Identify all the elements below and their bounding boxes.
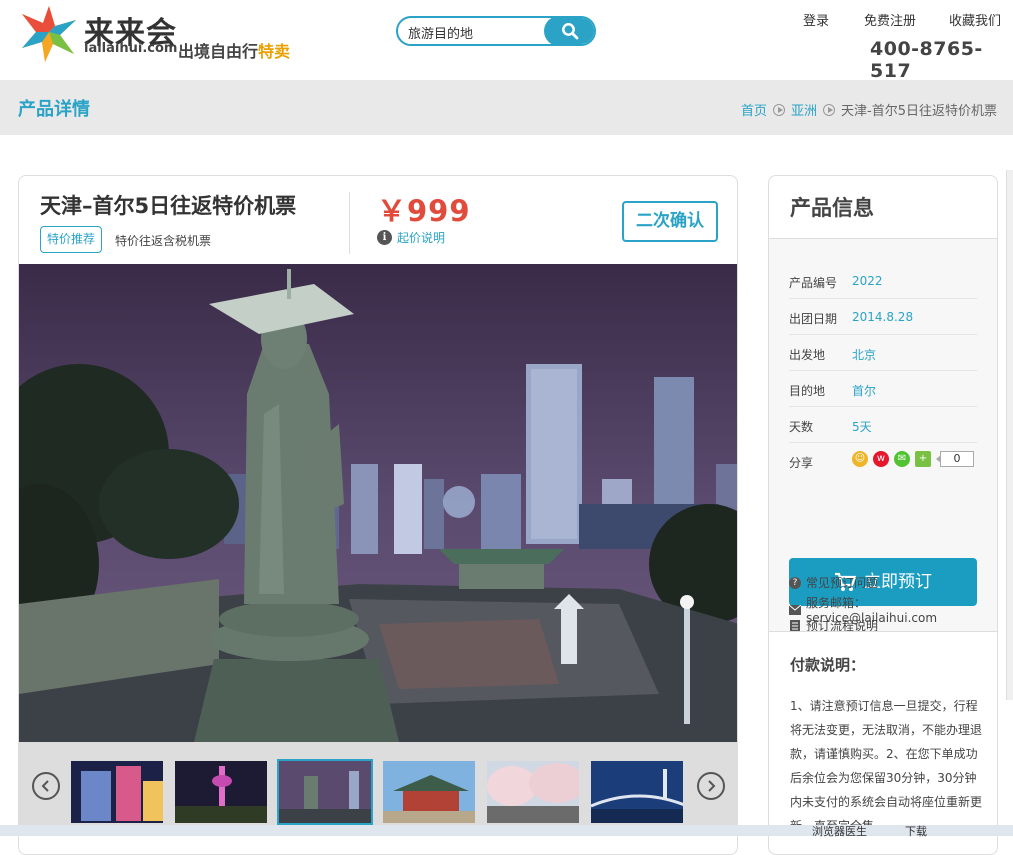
chevron-right-icon — [708, 780, 716, 792]
secondary-confirm-button[interactable]: 二次确认 — [622, 201, 718, 242]
share-count: 0 — [936, 451, 974, 467]
site-header: 来来会 lailaihui.com 出境自由行特卖 登录 免费注册 收藏我们 4… — [0, 0, 1013, 82]
mail-icon — [789, 604, 801, 615]
info-key: 出发地 — [789, 348, 826, 362]
payment-notes-title: 付款说明： — [790, 656, 866, 674]
info-key: 天数 — [789, 420, 814, 434]
faq-link[interactable]: ? 常见预订问题 — [789, 574, 878, 591]
info-value[interactable]: 首尔 — [852, 382, 876, 399]
payment-notes-text: 1、请注意预订信息一旦提交，行程将无法变更，无法取消，不能办理退款，请谨慎购买。… — [790, 699, 983, 833]
page-title-bar: 产品详情 首页 亚洲 天津-首尔5日往返特价机票 — [0, 80, 1013, 135]
faq-label: 常见预订问题 — [806, 576, 879, 590]
next-arrow-button[interactable] — [697, 772, 725, 800]
header-divider — [349, 192, 350, 254]
info-key: 产品编号 — [789, 276, 838, 290]
prev-arrow-button[interactable] — [32, 772, 60, 800]
breadcrumb-current: 天津-首尔5日往返特价机票 — [841, 104, 997, 119]
search-icon — [562, 23, 579, 40]
product-price: ￥999 — [377, 194, 471, 228]
wechat-share-icon[interactable]: ✉ — [894, 451, 910, 467]
bookmark-link[interactable]: 收藏我们 — [949, 10, 1001, 29]
info-value: 2014.8.28 — [852, 310, 914, 324]
browser-status-bar: 浏览器医生 下载 — [0, 823, 1013, 839]
login-link[interactable]: 登录 — [803, 10, 829, 29]
page-scrollbar[interactable] — [1006, 170, 1013, 700]
page-title: 产品详情 — [18, 99, 90, 120]
info-icon: i — [377, 230, 392, 245]
thumbnail[interactable] — [69, 759, 165, 825]
info-row-destination: 目的地 首尔 — [789, 371, 977, 407]
search-button[interactable] — [544, 18, 594, 44]
product-title: 天津–首尔5日往返特价机票 — [40, 194, 297, 218]
breadcrumb-separator-icon — [773, 103, 786, 116]
logo-star-icon[interactable] — [18, 4, 80, 64]
info-row-days: 天数 5天 — [789, 407, 977, 443]
search-input[interactable] — [408, 22, 538, 42]
product-subtitle: 特价往返含税机票 — [115, 234, 212, 248]
info-value: 5天 — [852, 420, 872, 434]
thumbnail[interactable] — [589, 759, 685, 825]
price-note-link[interactable]: i 起价说明 — [377, 229, 445, 246]
service-email-label[interactable]: 服务邮箱：service@lailaihui.com — [806, 594, 997, 625]
info-row-origin: 出发地 北京 — [789, 335, 977, 371]
info-row-product-id: 产品编号 2022 — [789, 263, 977, 299]
product-info-panel: 产品信息 产品编号 2022 出团日期 2014.8.28 出发地 北京 目的地… — [768, 175, 998, 855]
special-tag: 特价推荐 — [40, 226, 102, 253]
thumbnail[interactable] — [381, 759, 477, 825]
info-value[interactable]: 北京 — [852, 346, 876, 363]
share-icons: ☺ w ✉ + 0 — [852, 451, 974, 467]
price-note-label: 起价说明 — [397, 231, 446, 245]
qzone-share-icon[interactable]: ☺ — [852, 451, 868, 467]
browser-doctor-label[interactable]: 浏览器医生 — [812, 823, 867, 839]
download-label[interactable]: 下载 — [905, 823, 927, 839]
breadcrumb-separator-icon — [823, 103, 836, 116]
panel-title: 产品信息 — [790, 196, 874, 220]
thumbnail-active[interactable] — [277, 759, 373, 825]
panel-divider — [769, 631, 997, 632]
more-share-icon[interactable]: + — [915, 451, 931, 467]
info-row-share: 分享 ☺ w ✉ + 0 — [789, 443, 977, 479]
chevron-left-icon — [41, 780, 49, 792]
info-key: 目的地 — [789, 384, 826, 398]
panel-body: 产品编号 2022 出团日期 2014.8.28 出发地 北京 目的地 首尔 天… — [769, 239, 997, 633]
slogan-highlight: 特卖 — [258, 42, 291, 61]
seoul-night-photo — [19, 264, 737, 742]
share-label: 分享 — [789, 456, 814, 470]
info-key: 出团日期 — [789, 312, 838, 326]
product-card: 天津–首尔5日往返特价机票 特价推荐 特价往返含税机票 ￥999 i 起价说明 … — [18, 175, 738, 855]
thumbnail-strip — [19, 742, 737, 832]
breadcrumb-home[interactable]: 首页 — [741, 100, 767, 119]
thumbnail[interactable] — [485, 759, 581, 825]
breadcrumb-asia[interactable]: 亚洲 — [791, 100, 817, 119]
slogan-main: 出境自由行 — [178, 42, 259, 61]
search-box — [396, 16, 596, 46]
logo-domain: lailaihui.com — [84, 41, 178, 56]
hero-image — [19, 264, 737, 742]
breadcrumb: 首页 亚洲 天津-首尔5日往返特价机票 — [741, 100, 997, 119]
hotline-phone: 400-8765-517 — [870, 38, 983, 82]
info-row-depart-date: 出团日期 2014.8.28 — [789, 299, 977, 335]
thumbnail[interactable] — [173, 759, 269, 825]
weibo-share-icon[interactable]: w — [873, 451, 889, 467]
question-icon: ? — [789, 576, 801, 589]
service-email: 服务邮箱：service@lailaihui.com — [789, 594, 997, 625]
register-link[interactable]: 免费注册 — [864, 10, 916, 29]
info-value: 2022 — [852, 274, 883, 288]
logo-slogan: 出境自由行特卖 — [178, 38, 290, 62]
